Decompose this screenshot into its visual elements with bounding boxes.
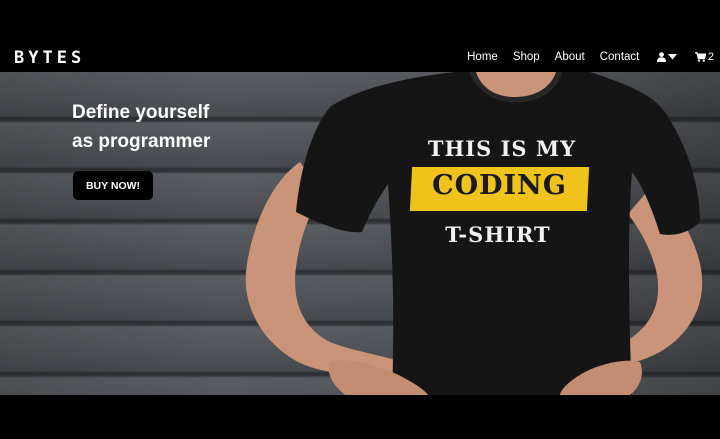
shirt-print-line3: T-SHIRT xyxy=(445,222,551,247)
nav-link-contact[interactable]: Contact xyxy=(592,51,647,63)
buy-now-button[interactable]: BUY NOW! xyxy=(73,171,153,200)
nav-link-shop[interactable]: Shop xyxy=(505,51,547,63)
caret-down-icon xyxy=(667,54,677,60)
bottom-letterbox xyxy=(0,395,720,439)
hero-headline-line1: Define yourself xyxy=(72,102,210,123)
hero-headline: Define yourself as programmer xyxy=(72,98,272,156)
hero-headline-line2: as programmer xyxy=(72,131,211,152)
cart-icon xyxy=(694,52,706,62)
nav-link-home[interactable]: Home xyxy=(460,51,506,63)
nav-link-about[interactable]: About xyxy=(547,51,592,63)
page: BYTES Home Shop About Contact 2 THIS IS … xyxy=(0,0,720,439)
hero-banner: THIS IS MY CODING T-SHIRT Define yoursel… xyxy=(0,72,720,395)
shirt-print-line1: THIS IS MY xyxy=(427,136,577,161)
user-menu[interactable] xyxy=(647,52,687,62)
navbar: BYTES Home Shop About Contact 2 xyxy=(0,42,720,72)
brand-logo[interactable]: BYTES xyxy=(14,48,85,68)
user-icon xyxy=(656,52,666,62)
shirt-print-line2: CODING xyxy=(432,170,567,201)
nav-links: Home Shop About Contact 2 xyxy=(460,42,714,72)
top-letterbox xyxy=(0,0,720,42)
cart-button[interactable]: 2 xyxy=(687,51,714,63)
cart-count-badge: 2 xyxy=(707,51,714,63)
